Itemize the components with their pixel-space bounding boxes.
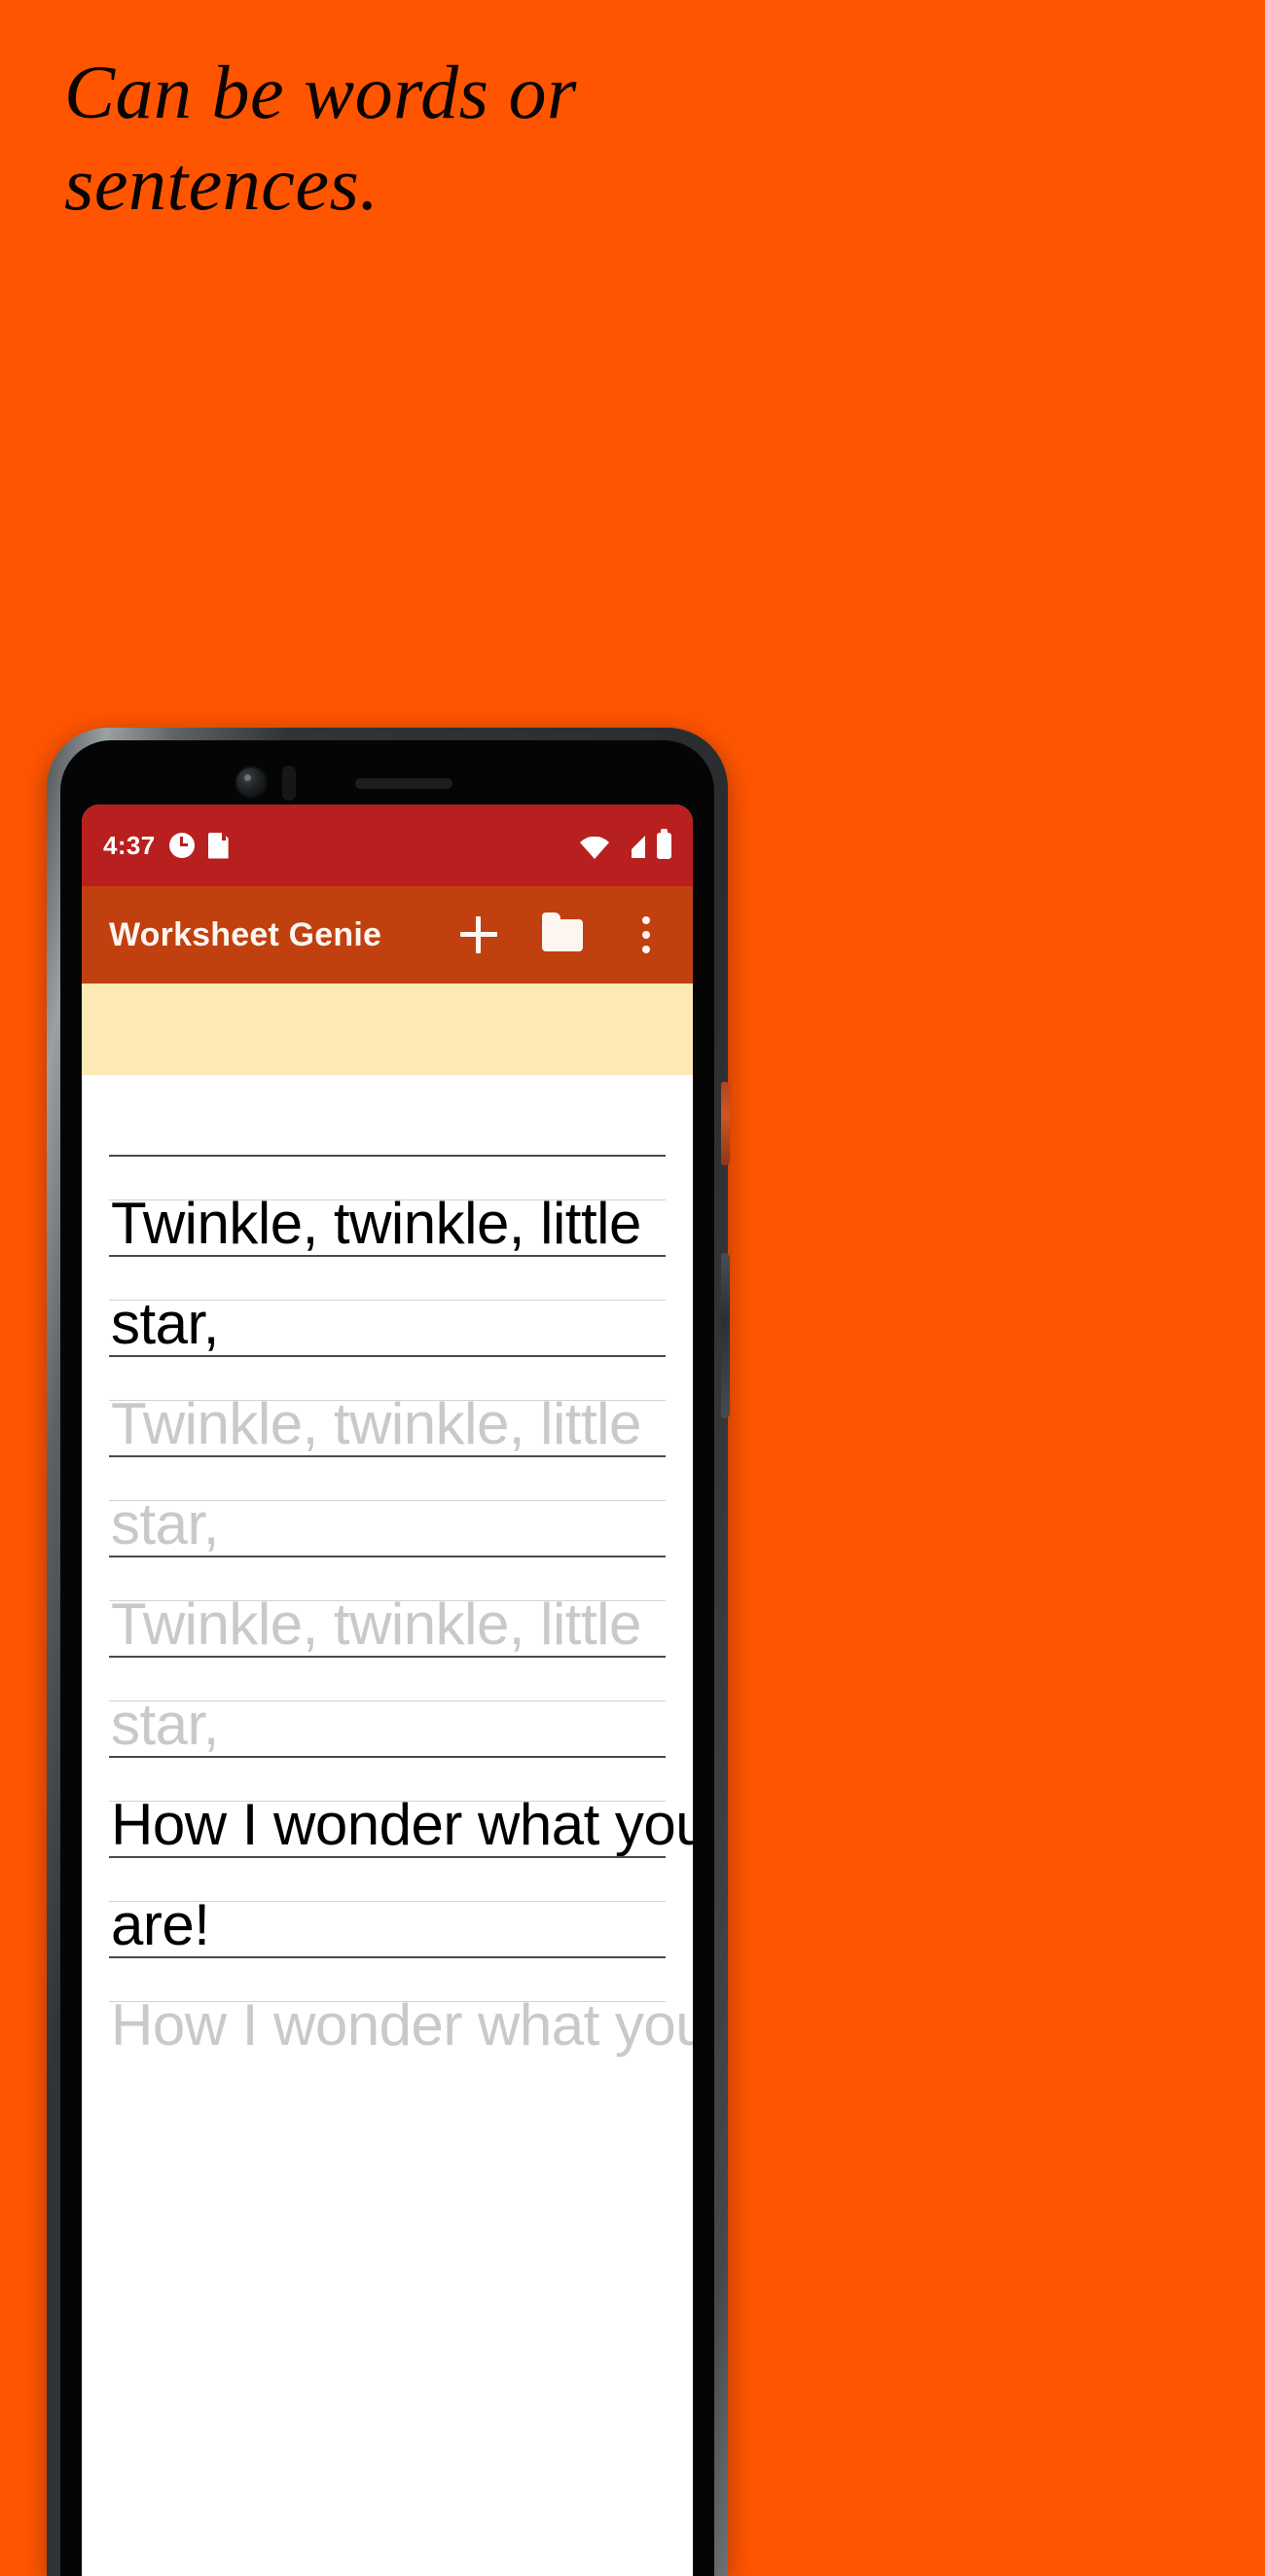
worksheet-model-text: Twinkle, twinkle, little bbox=[111, 1191, 641, 1256]
worksheet-line[interactable]: How I wonder what you bbox=[109, 1756, 693, 1856]
worksheet-trace-text: How I wonder what you bbox=[111, 1992, 693, 2057]
worksheet-model-text: star, bbox=[111, 1291, 219, 1356]
power-button[interactable] bbox=[721, 1082, 730, 1165]
status-bar-left: 4:37 bbox=[103, 831, 229, 861]
worksheet-line[interactable]: Twinkle, twinkle, little bbox=[109, 1355, 666, 1455]
worksheet-line[interactable]: star, bbox=[109, 1656, 666, 1756]
camera-glint bbox=[244, 774, 251, 781]
worksheet-trace-text: star, bbox=[111, 1491, 219, 1556]
wifi-icon bbox=[580, 836, 609, 859]
cell-signal-icon bbox=[620, 835, 646, 859]
volume-button[interactable] bbox=[721, 1253, 730, 1418]
add-button[interactable] bbox=[455, 912, 502, 958]
toolbar-actions bbox=[455, 912, 669, 958]
worksheet-line[interactable]: star, bbox=[109, 1455, 666, 1556]
phone-mockup: 4:37 Worksheet Genie Twinkle, twinkle, l… bbox=[47, 728, 730, 2576]
worksheet-line[interactable]: Twinkle, twinkle, little bbox=[109, 1556, 666, 1656]
proximity-sensor-icon bbox=[282, 766, 296, 801]
battery-icon bbox=[657, 828, 671, 859]
worksheet-canvas[interactable]: Twinkle, twinkle, little star, Twinkle, tw… bbox=[82, 1075, 693, 2057]
worksheet-model-text: are! bbox=[111, 1892, 210, 1957]
worksheet-trace-text: star, bbox=[111, 1692, 219, 1757]
front-camera-icon bbox=[236, 768, 266, 797]
plus-icon bbox=[460, 916, 497, 953]
promo-headline-line-1: Can be words or bbox=[64, 50, 577, 134]
sd-card-icon bbox=[207, 832, 229, 859]
status-bar: 4:37 bbox=[82, 805, 693, 886]
worksheet-trace-text: Twinkle, twinkle, little bbox=[111, 1592, 641, 1657]
worksheet-line[interactable]: star, bbox=[109, 1255, 666, 1355]
folder-icon bbox=[542, 912, 583, 951]
worksheet-line[interactable]: are! bbox=[109, 1856, 666, 1956]
kebab-menu-icon bbox=[642, 916, 650, 953]
app-title: Worksheet Genie bbox=[109, 915, 382, 953]
earpiece-speaker bbox=[355, 778, 452, 789]
worksheet-line[interactable]: How I wonder what you bbox=[109, 1956, 693, 2057]
alarm-icon bbox=[168, 833, 195, 858]
status-clock: 4:37 bbox=[103, 830, 156, 860]
worksheet-trace-text: Twinkle, twinkle, little bbox=[111, 1391, 641, 1456]
open-folder-button[interactable] bbox=[539, 912, 586, 958]
ad-banner[interactable] bbox=[82, 984, 693, 1075]
phone-bezel: 4:37 Worksheet Genie Twinkle, twinkle, l… bbox=[60, 740, 714, 2576]
status-bar-right bbox=[580, 828, 671, 859]
app-toolbar: Worksheet Genie bbox=[82, 886, 693, 984]
overflow-menu-button[interactable] bbox=[623, 912, 669, 958]
promo-headline: Can be words or sentences. bbox=[64, 47, 1037, 229]
promo-headline-line-2: sentences. bbox=[64, 140, 380, 226]
phone-screen: 4:37 Worksheet Genie Twinkle, twinkle, l… bbox=[82, 805, 693, 2576]
worksheet-model-text: How I wonder what you bbox=[111, 1792, 693, 1857]
worksheet-line[interactable]: Twinkle, twinkle, little bbox=[109, 1155, 666, 1255]
